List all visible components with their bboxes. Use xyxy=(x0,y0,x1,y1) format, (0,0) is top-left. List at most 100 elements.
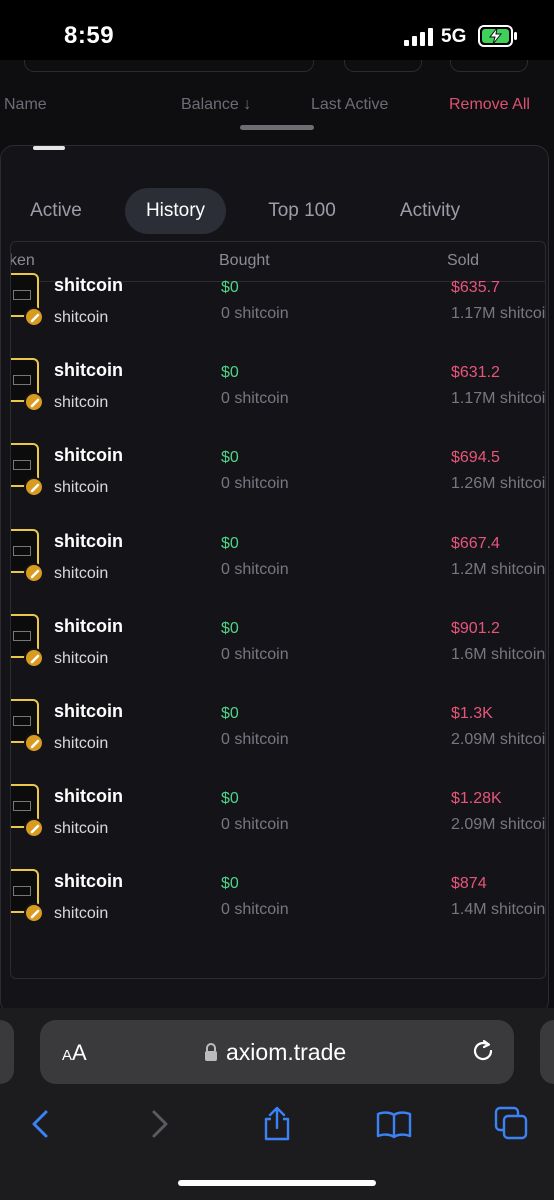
token-image-inner xyxy=(13,545,31,556)
bought-amount: 0 shitcoin xyxy=(221,390,289,408)
token-name[interactable]: shitcoin xyxy=(54,701,123,722)
history-table: ken Bought Sold shitcoin shitcoin $0 0 shit… xyxy=(10,241,546,979)
address-bar[interactable]: AA axiom.trade xyxy=(40,1020,514,1084)
bought-value: $0 xyxy=(221,279,239,296)
token-name[interactable]: shitcoin xyxy=(54,531,123,552)
token-name[interactable]: shitcoin xyxy=(54,360,123,381)
backdrop-col-balance[interactable]: Balance ↓ xyxy=(181,96,251,114)
bought-amount: 0 shitcoin xyxy=(221,816,289,834)
forward-chevron-icon[interactable] xyxy=(142,1106,178,1142)
bought-value: $0 xyxy=(221,534,239,552)
sold-value: $874 xyxy=(451,875,487,893)
sold-amount: 1.17M shitcoin xyxy=(451,390,546,408)
bought-value: $0 xyxy=(221,619,239,637)
token-image-inner xyxy=(13,801,31,812)
reader-options-button[interactable]: AA xyxy=(62,1040,87,1066)
status-time: 8:59 xyxy=(64,22,115,49)
table-row[interactable]: shitcoin shitcoin $0 0 shitcoin $694.5 1.26M … xyxy=(11,429,546,514)
home-indicator xyxy=(178,1180,376,1186)
table-row[interactable]: shitcoin shitcoin $0 0 shitcoin $901.2 1.6M s… xyxy=(11,600,546,685)
token-symbol: shitcoin xyxy=(54,309,109,326)
pump-badge-icon xyxy=(24,477,44,498)
sold-value: $667.4 xyxy=(451,534,500,552)
sold-value: $631.2 xyxy=(451,364,500,382)
sheet-grabber[interactable] xyxy=(240,125,314,130)
backdrop-table-header: Name Balance ↓ Last Active Remove All xyxy=(0,86,554,126)
bought-amount: 0 shitcoin xyxy=(221,305,289,322)
pump-badge-icon xyxy=(24,562,44,583)
token-name[interactable]: shitcoin xyxy=(54,445,123,466)
sold-amount: 1.2M shitcoin xyxy=(451,560,546,578)
tabs-icon[interactable] xyxy=(494,1106,530,1142)
tab-history[interactable]: History xyxy=(125,188,226,234)
network-type: 5G xyxy=(441,26,467,47)
bought-value: $0 xyxy=(221,364,239,382)
token-image-inner xyxy=(13,716,31,726)
token-symbol: shitcoin xyxy=(54,820,109,838)
pump-badge-icon xyxy=(24,733,44,753)
table-row[interactable]: shitcoin shitcoin $0 0 shitcoin $631.2 1.17M … xyxy=(11,344,546,429)
remove-all-button[interactable]: Remove All xyxy=(449,96,530,114)
pump-badge-icon xyxy=(24,647,44,668)
token-symbol: shitcoin xyxy=(54,479,109,497)
battery-charging-icon xyxy=(478,25,517,47)
safari-toolbar xyxy=(0,1088,554,1200)
token-name[interactable]: shitcoin xyxy=(54,786,123,807)
token-image-inner xyxy=(13,460,31,471)
sold-value: $635.7 xyxy=(451,279,500,296)
next-tab-peek[interactable] xyxy=(540,1020,554,1084)
reload-icon[interactable] xyxy=(470,1038,496,1064)
sheet-top-indicator xyxy=(33,146,65,150)
backdrop-col-name: Name xyxy=(4,96,47,113)
token-symbol: shitcoin xyxy=(54,564,109,582)
backdrop-button-stub xyxy=(450,60,528,72)
prev-tab-peek[interactable] xyxy=(0,1020,14,1084)
tab-activity[interactable]: Activity xyxy=(381,188,479,234)
share-icon[interactable] xyxy=(259,1106,295,1142)
backdrop-col-last-active[interactable]: Last Active xyxy=(311,96,388,114)
token-name[interactable]: shitcoin xyxy=(54,616,123,637)
pump-badge-icon xyxy=(24,903,44,924)
token-name[interactable]: shitcoin xyxy=(54,871,123,892)
safari-address-area: AA axiom.trade xyxy=(0,1008,554,1098)
table-row[interactable]: shitcoin shitcoin $0 0 shitcoin $635.7 1.17M … xyxy=(11,259,546,344)
tab-bar: Active History Top 100 Activity xyxy=(1,188,550,238)
bought-amount: 0 shitcoin xyxy=(221,731,289,748)
tab-active[interactable]: Active xyxy=(11,188,101,234)
sold-amount: 1.17M shitcoin xyxy=(451,305,546,322)
sold-value: $1.3K xyxy=(451,705,493,722)
bought-amount: 0 shitcoin xyxy=(221,560,289,578)
sold-amount: 1.6M shitcoin xyxy=(451,645,546,663)
bought-amount: 0 shitcoin xyxy=(221,901,289,919)
url-text[interactable]: axiom.trade xyxy=(226,1039,346,1066)
bookmarks-icon[interactable] xyxy=(376,1106,412,1142)
lock-icon xyxy=(205,1043,217,1061)
bought-value: $0 xyxy=(221,875,239,893)
token-symbol: shitcoin xyxy=(54,649,109,667)
table-row[interactable]: shitcoin shitcoin $0 0 shitcoin $1.28K 2.09M … xyxy=(11,770,546,855)
pump-badge-icon xyxy=(24,818,44,839)
backdrop-search-stub xyxy=(24,60,314,72)
token-image-inner xyxy=(13,886,31,897)
token-image-inner xyxy=(13,375,31,386)
sold-value: $901.2 xyxy=(451,619,500,637)
token-image-inner xyxy=(13,290,31,300)
bought-value: $0 xyxy=(221,790,239,808)
token-name[interactable]: shitcoin xyxy=(54,275,123,296)
token-symbol: shitcoin xyxy=(54,905,109,923)
pump-badge-icon xyxy=(24,392,44,413)
tab-top-100[interactable]: Top 100 xyxy=(251,188,353,234)
sold-amount: 1.4M shitcoin xyxy=(451,901,546,919)
table-row[interactable]: shitcoin shitcoin $0 0 shitcoin $874 1.4M shi… xyxy=(11,855,546,940)
bought-amount: 0 shitcoin xyxy=(221,475,289,493)
token-image-inner xyxy=(13,630,31,641)
token-symbol: shitcoin xyxy=(54,735,109,752)
cell-signal-icon xyxy=(404,28,433,46)
sold-amount: 1.26M shitcoin xyxy=(451,475,546,493)
table-row[interactable]: shitcoin shitcoin $0 0 shitcoin $1.3K 2.09M s… xyxy=(11,685,545,770)
sold-amount: 2.09M shitcoin xyxy=(451,816,546,834)
sold-value: $694.5 xyxy=(451,449,500,467)
backdrop-button-stub xyxy=(344,60,422,72)
table-row[interactable]: shitcoin shitcoin $0 0 shitcoin $667.4 1.2M s… xyxy=(11,515,546,600)
back-chevron-icon[interactable] xyxy=(22,1106,58,1142)
